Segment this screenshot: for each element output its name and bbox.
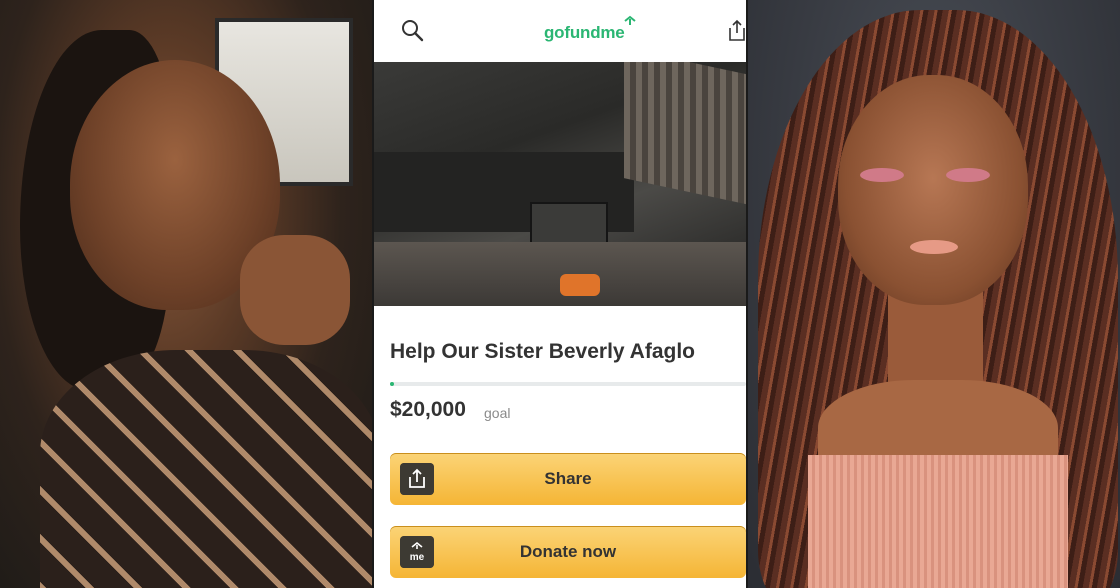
patterned-dress (40, 350, 372, 588)
progress-bar (390, 382, 746, 386)
campaign-title: Help Our Sister Beverly Afaglo (390, 340, 695, 363)
progress-fill (390, 382, 394, 386)
collapsed-roof (624, 62, 746, 206)
pink-top (808, 455, 1068, 588)
gofundme-screenshot: gofundme Help Our Sister Beverly Afaglo … (374, 0, 746, 588)
lips (910, 240, 958, 254)
face (838, 75, 1028, 305)
orange-item (560, 274, 600, 296)
share-icon[interactable] (726, 18, 746, 42)
debris (374, 242, 746, 306)
top-bar: gofundme (374, 0, 746, 62)
campaign-hero-image (374, 62, 746, 306)
sprout-icon (624, 15, 636, 25)
share-button-label: Share (544, 469, 592, 488)
donate-now-button[interactable]: me Donate now (390, 526, 746, 578)
donate-button-label: Donate now (519, 542, 617, 561)
right-portrait-photo (748, 0, 1120, 588)
hand (240, 235, 350, 345)
goal-label: goal (484, 405, 511, 421)
goal-amount: $20,000 (390, 398, 466, 421)
share-button[interactable]: Share (390, 453, 746, 505)
left-portrait-photo (0, 0, 372, 588)
right-eye-makeup (946, 168, 990, 182)
left-eye-makeup (860, 168, 904, 182)
gofundme-logo[interactable]: gofundme (544, 23, 625, 43)
search-icon[interactable] (400, 18, 424, 42)
